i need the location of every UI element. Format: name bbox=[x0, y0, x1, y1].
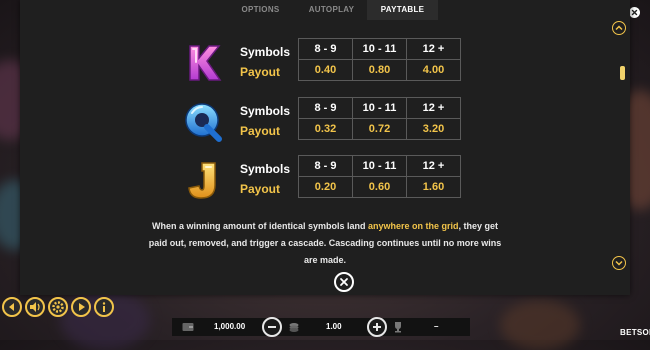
table-cell: 8 - 9 bbox=[298, 155, 353, 177]
sound-button[interactable] bbox=[25, 297, 45, 317]
plus-icon bbox=[373, 323, 381, 331]
paytable-content: Symbols Payout 8 - 9 10 - 11 12 + 0.40 0.80… bbox=[20, 20, 630, 272]
payout-table: 8 - 9 10 - 11 12 + 0.40 0.80 4.00 bbox=[298, 38, 461, 81]
bottom-bar: 1,000.00 1.00 – bbox=[172, 318, 470, 336]
play-button[interactable] bbox=[71, 297, 91, 317]
close-paytable-button[interactable] bbox=[334, 272, 354, 292]
symbol-row-j: Symbols Payout 8 - 9 10 - 11 12 + 0.20 0.60… bbox=[20, 155, 630, 203]
back-arrow-icon bbox=[9, 303, 14, 311]
table-cell: 0.40 bbox=[298, 59, 353, 81]
table-cell: 0.20 bbox=[298, 176, 353, 198]
betsoft-logo: BETSOFT bbox=[620, 328, 650, 337]
k-symbol-icon bbox=[189, 45, 222, 81]
q-symbol-icon bbox=[185, 103, 222, 142]
table-cell: 0.32 bbox=[298, 118, 353, 140]
table-cell: 10 - 11 bbox=[352, 155, 407, 177]
close-game-icon[interactable] bbox=[629, 7, 640, 18]
description-highlight: anywhere on the grid bbox=[367, 221, 459, 231]
symbols-label: Symbols bbox=[240, 45, 291, 59]
paytable-panel: OPTIONS AUTOPLAY PAYTABLE Symbols Payout… bbox=[20, 0, 630, 295]
bet-value: 1.00 bbox=[326, 322, 342, 331]
tab-paytable[interactable]: PAYTABLE bbox=[367, 0, 438, 20]
scrollbar-thumb[interactable] bbox=[620, 66, 625, 80]
payout-label: Payout bbox=[240, 124, 281, 138]
description-text: When a winning amount of identical symbo… bbox=[151, 221, 368, 231]
table-cell: 12 + bbox=[406, 38, 461, 60]
settings-gear-icon bbox=[52, 301, 64, 313]
table-cell: 10 - 11 bbox=[352, 38, 407, 60]
table-cell: 0.60 bbox=[352, 176, 407, 198]
balance-value: 1,000.00 bbox=[214, 322, 246, 331]
tab-options[interactable]: OPTIONS bbox=[225, 0, 296, 20]
scroll-up-button[interactable] bbox=[612, 21, 626, 35]
back-button[interactable] bbox=[2, 297, 22, 317]
coin-stack-icon bbox=[289, 323, 299, 332]
table-cell: 1.60 bbox=[406, 176, 461, 198]
scroll-down-button[interactable] bbox=[612, 256, 626, 270]
tab-bar: OPTIONS AUTOPLAY PAYTABLE bbox=[225, 0, 438, 20]
symbol-row-q: Symbols Payout 8 - 9 10 - 11 12 + 0.32 0.72… bbox=[20, 97, 630, 145]
symbol-row-k: Symbols Payout 8 - 9 10 - 11 12 + 0.40 0.80… bbox=[20, 38, 630, 86]
payout-label: Payout bbox=[240, 182, 281, 196]
info-button[interactable] bbox=[94, 297, 114, 317]
table-cell: 8 - 9 bbox=[298, 38, 353, 60]
payout-table: 8 - 9 10 - 11 12 + 0.32 0.72 3.20 bbox=[298, 97, 461, 140]
table-cell: 10 - 11 bbox=[352, 97, 407, 119]
minus-icon bbox=[268, 326, 276, 328]
table-cell: 3.20 bbox=[406, 118, 461, 140]
table-cell: 12 + bbox=[406, 155, 461, 177]
wallet-icon bbox=[182, 323, 194, 331]
win-value: – bbox=[434, 322, 439, 331]
table-cell: 12 + bbox=[406, 97, 461, 119]
sound-icon bbox=[30, 302, 40, 312]
play-icon bbox=[79, 303, 85, 311]
table-cell: 8 - 9 bbox=[298, 97, 353, 119]
trophy-icon bbox=[395, 322, 401, 333]
payout-table: 8 - 9 10 - 11 12 + 0.20 0.60 1.60 bbox=[298, 155, 461, 198]
cascade-description: When a winning amount of identical symbo… bbox=[145, 218, 505, 269]
table-cell: 0.72 bbox=[352, 118, 407, 140]
info-icon bbox=[102, 302, 106, 312]
table-cell: 0.80 bbox=[352, 59, 407, 81]
symbols-label: Symbols bbox=[240, 104, 291, 118]
tab-autoplay[interactable]: AUTOPLAY bbox=[296, 0, 367, 20]
symbols-label: Symbols bbox=[240, 162, 291, 176]
settings-button[interactable] bbox=[48, 297, 68, 317]
decrease-bet-button[interactable] bbox=[262, 317, 282, 337]
increase-bet-button[interactable] bbox=[367, 317, 387, 337]
payout-label: Payout bbox=[240, 65, 281, 79]
j-symbol-icon bbox=[188, 162, 216, 199]
table-cell: 4.00 bbox=[406, 59, 461, 81]
background-blob bbox=[500, 300, 580, 350]
